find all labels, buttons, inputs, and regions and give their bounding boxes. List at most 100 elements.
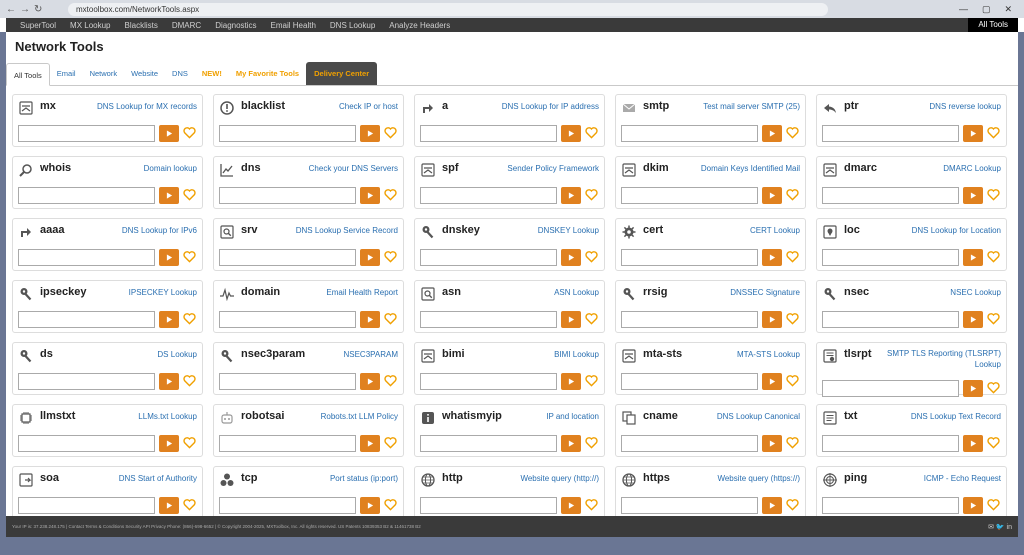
cert-go-button[interactable] — [762, 249, 782, 266]
favorite-heart-icon[interactable] — [987, 312, 1000, 325]
tool-name[interactable]: dmarc — [844, 162, 877, 174]
nsec-go-button[interactable] — [963, 311, 983, 328]
dmarc-input[interactable] — [822, 187, 959, 204]
tool-name[interactable]: mta-sts — [643, 348, 682, 360]
dns-input[interactable] — [219, 187, 356, 204]
tool-description-link[interactable]: DNS Lookup for Location — [912, 226, 1001, 235]
smtp-go-button[interactable] — [762, 125, 782, 142]
favorite-heart-icon[interactable] — [183, 188, 196, 201]
tool-description-link[interactable]: Email Health Report — [326, 288, 398, 297]
tool-description-link[interactable]: Website query (http://) — [520, 474, 599, 483]
favorite-heart-icon[interactable] — [183, 312, 196, 325]
a-go-button[interactable] — [561, 125, 581, 142]
tool-description-link[interactable]: DS Lookup — [157, 350, 197, 359]
maximize-icon[interactable]: ▢ — [982, 4, 991, 15]
minimize-icon[interactable]: — — [959, 4, 968, 15]
ipseckey-input[interactable] — [18, 311, 155, 328]
tab-my-favorite-tools[interactable]: My Favorite Tools — [229, 63, 306, 85]
favorite-heart-icon[interactable] — [384, 250, 397, 263]
tool-description-link[interactable]: DNS Lookup for MX records — [97, 102, 197, 111]
tool-description-link[interactable]: DNS Start of Authority — [119, 474, 197, 483]
nav-item-diagnostics[interactable]: Diagnostics — [215, 21, 256, 30]
nav-item-analyze-headers[interactable]: Analyze Headers — [389, 21, 450, 30]
favorite-heart-icon[interactable] — [987, 436, 1000, 449]
ptr-go-button[interactable] — [963, 125, 983, 142]
tool-name[interactable]: txt — [844, 410, 857, 422]
ds-input[interactable] — [18, 373, 155, 390]
whois-go-button[interactable] — [159, 187, 179, 204]
tool-name[interactable]: aaaa — [40, 224, 64, 236]
spf-go-button[interactable] — [561, 187, 581, 204]
whois-input[interactable] — [18, 187, 155, 204]
mta-sts-input[interactable] — [621, 373, 758, 390]
dkim-go-button[interactable] — [762, 187, 782, 204]
dnskey-input[interactable] — [420, 249, 557, 266]
tool-name[interactable]: srv — [241, 224, 258, 236]
tool-name[interactable]: http — [442, 472, 463, 484]
asn-input[interactable] — [420, 311, 557, 328]
favorite-heart-icon[interactable] — [987, 498, 1000, 511]
https-go-button[interactable] — [762, 497, 782, 514]
close-icon[interactable]: ✕ — [1004, 4, 1012, 15]
bimi-input[interactable] — [420, 373, 557, 390]
favorite-heart-icon[interactable] — [987, 250, 1000, 263]
tool-description-link[interactable]: Check your DNS Servers — [309, 164, 398, 173]
favorite-heart-icon[interactable] — [585, 374, 598, 387]
whatismyip-go-button[interactable] — [561, 435, 581, 452]
mx-input[interactable] — [18, 125, 155, 142]
favorite-heart-icon[interactable] — [384, 436, 397, 449]
tool-name[interactable]: dns — [241, 162, 261, 174]
mta-sts-go-button[interactable] — [762, 373, 782, 390]
dkim-input[interactable] — [621, 187, 758, 204]
http-go-button[interactable] — [561, 497, 581, 514]
tool-description-link[interactable]: SMTP TLS Reporting (TLSRPT) Lookup — [881, 348, 1001, 370]
tool-name[interactable]: cert — [643, 224, 663, 236]
tool-name[interactable]: rrsig — [643, 286, 667, 298]
tab-new[interactable]: NEW! — [195, 63, 229, 85]
txt-go-button[interactable] — [963, 435, 983, 452]
ping-go-button[interactable] — [963, 497, 983, 514]
ping-input[interactable] — [822, 497, 959, 514]
asn-go-button[interactable] — [561, 311, 581, 328]
blacklist-input[interactable] — [219, 125, 356, 142]
tab-dns[interactable]: DNS — [165, 63, 195, 85]
tlsrpt-go-button[interactable] — [963, 380, 983, 397]
tool-description-link[interactable]: IP and location — [546, 412, 599, 421]
tool-name[interactable]: bimi — [442, 348, 465, 360]
favorite-heart-icon[interactable] — [585, 312, 598, 325]
tool-name[interactable]: spf — [442, 162, 459, 174]
social-icons[interactable]: ✉ 🐦 in — [988, 523, 1018, 531]
nsec3param-go-button[interactable] — [360, 373, 380, 390]
blacklist-go-button[interactable] — [360, 125, 380, 142]
favorite-heart-icon[interactable] — [987, 381, 1000, 394]
tool-name[interactable]: smtp — [643, 100, 669, 112]
rrsig-go-button[interactable] — [762, 311, 782, 328]
tool-name[interactable]: soa — [40, 472, 59, 484]
nav-item-supertool[interactable]: SuperTool — [20, 21, 56, 30]
favorite-heart-icon[interactable] — [786, 188, 799, 201]
soa-go-button[interactable] — [159, 497, 179, 514]
smtp-input[interactable] — [621, 125, 758, 142]
tool-description-link[interactable]: Check IP or host — [339, 102, 398, 111]
favorite-heart-icon[interactable] — [384, 126, 397, 139]
favorite-heart-icon[interactable] — [384, 312, 397, 325]
tlsrpt-input[interactable] — [822, 380, 959, 397]
domain-go-button[interactable] — [360, 311, 380, 328]
loc-input[interactable] — [822, 249, 959, 266]
tool-name[interactable]: whatismyip — [442, 410, 502, 422]
aaaa-input[interactable] — [18, 249, 155, 266]
tab-delivery-center[interactable]: Delivery Center — [306, 62, 378, 85]
tool-description-link[interactable]: Domain Keys Identified Mail — [701, 164, 800, 173]
tool-name[interactable]: whois — [40, 162, 71, 174]
favorite-heart-icon[interactable] — [987, 188, 1000, 201]
favorite-heart-icon[interactable] — [786, 312, 799, 325]
llmstxt-input[interactable] — [18, 435, 155, 452]
favorite-heart-icon[interactable] — [183, 498, 196, 511]
tool-description-link[interactable]: Test mail server SMTP (25) — [703, 102, 800, 111]
back-icon[interactable]: ← — [6, 4, 16, 15]
tool-name[interactable]: https — [643, 472, 670, 484]
favorite-heart-icon[interactable] — [183, 436, 196, 449]
tool-description-link[interactable]: ASN Lookup — [554, 288, 599, 297]
rrsig-input[interactable] — [621, 311, 758, 328]
dmarc-go-button[interactable] — [963, 187, 983, 204]
